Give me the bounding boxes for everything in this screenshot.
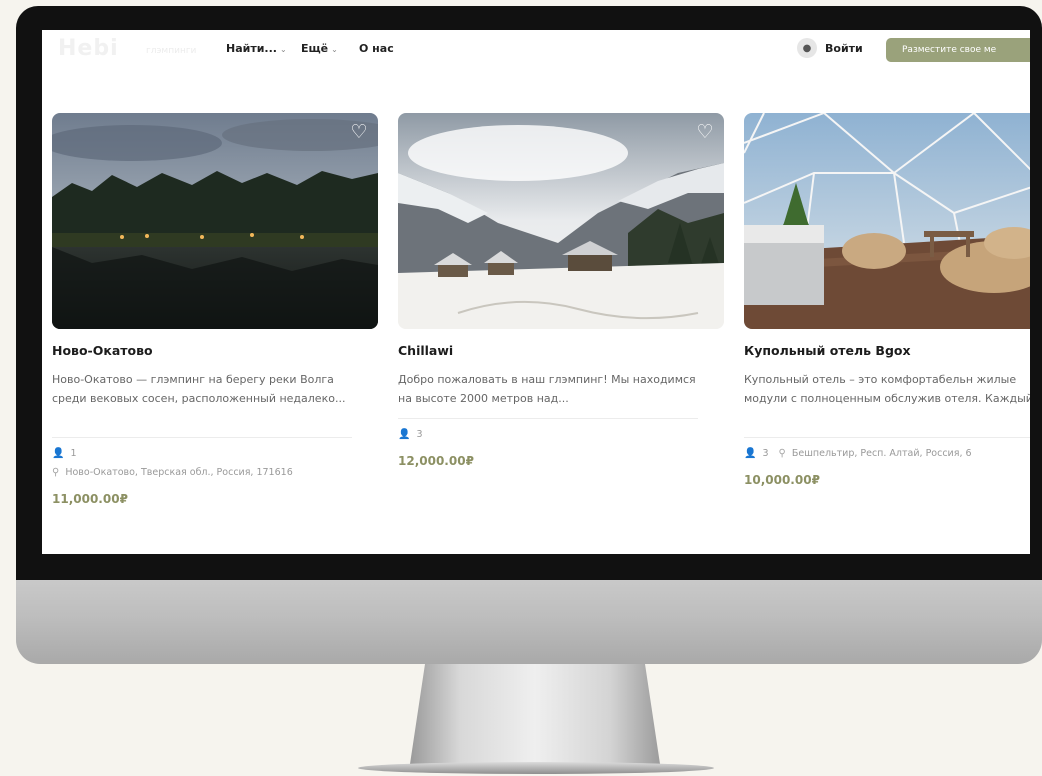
- snowy-mountains-image: [398, 113, 724, 329]
- listing-location-text: Бешпельтир, Респ. Алтай, Россия, 6: [791, 448, 972, 459]
- listing-title[interactable]: Купольный отель Bgox: [744, 343, 1030, 358]
- nav-find-menu[interactable]: Найти... ⌄: [226, 42, 287, 55]
- listing-card[interactable]: ♡ Chillawi Добро пожаловать в наш глэмпи…: [398, 113, 724, 468]
- login-label: Войти: [825, 41, 863, 55]
- listing-title[interactable]: Chillawi: [398, 343, 724, 358]
- listing-description: Ново-Окатово — глэмпинг на берегу реки В…: [52, 373, 346, 405]
- listing-card[interactable]: ♡ Ново-Окатово Ново-Окатово — глэмпинг н…: [52, 113, 378, 506]
- listing-description: Добро пожаловать в наш глэмпинг! Мы нахо…: [398, 373, 696, 405]
- card-divider: [398, 418, 698, 419]
- guest-count-value: 3: [762, 448, 769, 459]
- listing-description: Купольный отель – это комфортабельн жилы…: [744, 373, 1030, 405]
- browser-screen: Hebi глэмпинги Найти... ⌄ Ещё ⌄ О нас ● Во…: [42, 30, 1030, 554]
- listing-meta: 👤 3 ⚲ Бешпельтир, Респ. Алтай, Россия, 6: [744, 448, 1030, 459]
- card-divider: [744, 437, 1030, 438]
- guests-icon: 👤: [744, 448, 757, 459]
- site-logo[interactable]: Hebi: [58, 36, 119, 61]
- listing-location-text: Ново-Окатово, Тверская обл., Россия, 171…: [65, 467, 293, 478]
- guests-icon: 👤: [52, 448, 65, 459]
- lake-at-dusk-image: [52, 113, 378, 329]
- login-button[interactable]: ● Войти: [797, 38, 863, 58]
- listing-location: ⚲ Ново-Окатово, Тверская обл., Россия, 1…: [52, 467, 378, 478]
- nav-more-label: Ещё: [301, 42, 329, 55]
- nav-find-label: Найти...: [226, 42, 277, 55]
- guests-icon: 👤: [398, 429, 411, 440]
- guest-count-value: 3: [416, 429, 423, 440]
- listing-price: 11,000.00₽: [52, 492, 128, 506]
- listing-photo[interactable]: ♡: [398, 113, 724, 329]
- site-logo-subtitle: глэмпинги: [146, 46, 197, 56]
- user-icon: ●: [797, 38, 817, 58]
- listing-price: 12,000.00₽: [398, 454, 474, 468]
- monitor-chin: [16, 580, 1042, 664]
- location-pin-icon: ⚲: [52, 467, 60, 478]
- listing-photo[interactable]: [744, 113, 1030, 329]
- listing-card[interactable]: Купольный отель Bgox Купольный отель – э…: [744, 113, 1030, 487]
- monitor-stand: [410, 664, 660, 764]
- top-navbar: Hebi глэмпинги Найти... ⌄ Ещё ⌄ О нас ● Во…: [42, 30, 1030, 66]
- location-pin-icon: ⚲: [778, 448, 786, 459]
- listing-photo[interactable]: ♡: [52, 113, 378, 329]
- dome-interior-image: [744, 113, 1030, 329]
- monitor-stand-base: [358, 762, 714, 774]
- listing-title[interactable]: Ново-Окатово: [52, 343, 378, 358]
- heart-icon[interactable]: ♡: [694, 121, 716, 143]
- chevron-down-icon: ⌄: [279, 45, 287, 54]
- guest-count: 👤 3: [398, 429, 724, 440]
- heart-icon[interactable]: ♡: [348, 121, 370, 143]
- listing-price: 10,000.00₽: [744, 473, 820, 487]
- list-property-button[interactable]: Разместите свое ме: [886, 38, 1030, 62]
- guest-count: 👤 1: [52, 448, 378, 459]
- guest-count-value: 1: [70, 448, 77, 459]
- nav-more-menu[interactable]: Ещё ⌄: [301, 42, 338, 55]
- nav-about-link[interactable]: О нас: [359, 42, 394, 55]
- chevron-down-icon: ⌄: [331, 45, 338, 54]
- card-divider: [52, 437, 352, 438]
